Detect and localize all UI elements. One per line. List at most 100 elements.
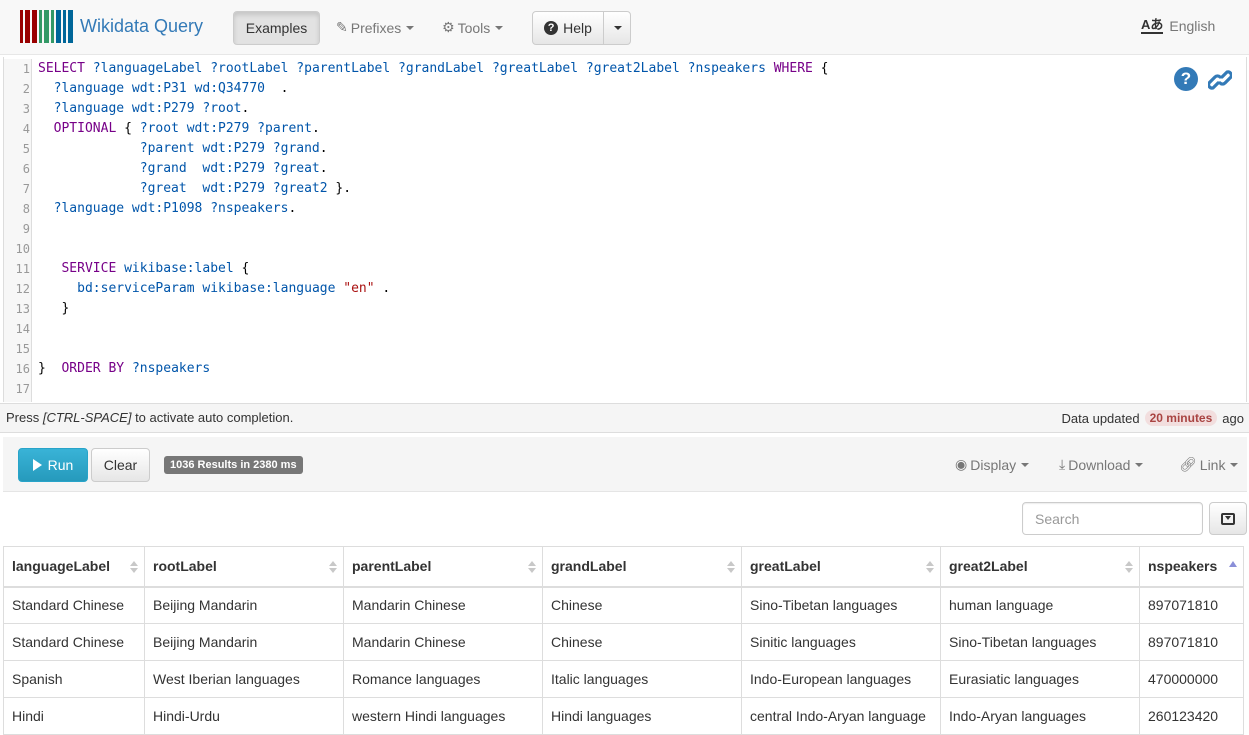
code-token: SELECT [38,61,93,76]
line-number: 8 [22,202,30,216]
code-line[interactable]: 1 SELECT ?languageLabel ?rootLabel ?paren… [4,59,1204,79]
code-token: . [311,121,320,136]
language-label: English [1169,18,1216,34]
code-line[interactable]: 4 OPTIONAL { ?root wdt:P279 ?parent. [4,119,1204,139]
run-button[interactable]: Run [18,448,88,482]
table-cell: Mandarin Chinese [343,586,543,624]
results-count-badge: 1036 Results in 2380 ms [164,456,303,474]
column-header-rootLabel[interactable]: rootLabel [144,546,344,588]
code-token: bd:serviceParam wikibase:language [77,281,336,296]
caret-down-icon [1230,462,1239,467]
code-line[interactable]: 13 } [4,299,1204,319]
code-token: { [116,121,140,136]
wikidata-barcode-logo[interactable] [20,10,73,43]
code-line[interactable]: 15 [4,339,1204,359]
table-cell: Standard Chinese [3,586,145,624]
table-cell: Sino-Tibetan languages [741,586,941,624]
table-cell: Hindi-Urdu [144,697,344,735]
eye-icon: ◉ [955,456,968,472]
examples-button[interactable]: Examples [233,11,320,45]
line-number: 10 [15,242,30,256]
code-line[interactable]: 2 ?language wdt:P31 wd:Q34770 . [4,79,1204,99]
code-line[interactable]: 8 ?language wdt:P1098 ?nspeakers. [4,199,1204,219]
help-label: Help [563,20,592,36]
hint-key: [CTRL-SPACE] [42,410,132,425]
code-token: }. [327,181,352,196]
table-cell: Italic languages [542,660,742,698]
column-toggle-button[interactable] [1209,502,1247,535]
help-dropdown-toggle[interactable] [603,11,631,45]
code-line[interactable]: 11 SERVICE wikibase:label { [4,259,1204,279]
code-line[interactable]: 7 ?great wdt:P279 ?great2 }. [4,179,1204,199]
code-line[interactable]: 14 [4,319,1204,339]
code-text: OPTIONAL { ?root wdt:P279 ?parent. [38,119,320,139]
link-icon[interactable] [1208,67,1232,93]
column-header-greatLabel[interactable]: greatLabel [741,546,941,588]
code-token: ?language wdt:P279 ?root [53,101,242,116]
language-selector[interactable]: Aあ English [1141,18,1215,34]
clear-button[interactable]: Clear [91,448,150,482]
column-header-nspeakers[interactable]: nspeakers [1139,546,1244,588]
code-line[interactable]: 16} ORDER BY ?nspeakers [4,359,1204,379]
code-line[interactable]: 5 ?parent wdt:P279 ?grand. [4,139,1204,159]
results-table: languageLabel rootLabel parentLabel grandLa… [3,546,1244,735]
prefixes-menu[interactable]: ✎ Prefixes [336,19,415,36]
display-menu[interactable]: ◉ Display [955,456,1030,473]
column-header-grandLabel[interactable]: grandLabel [542,546,742,588]
sort-icon [329,561,337,573]
table-cell: Beijing Mandarin [144,623,344,661]
hint-prefix: Press [6,410,43,425]
results-search-input[interactable] [1022,502,1203,535]
code-text: ?language wdt:P1098 ?nspeakers. [38,199,297,219]
table-cell: 470000000 [1139,660,1244,698]
code-line[interactable]: 12 bd:serviceParam wikibase:language "en… [4,279,1204,299]
line-number: 15 [15,342,30,356]
code-token: { [812,61,829,76]
table-cell: 897071810 [1139,586,1244,624]
top-navbar: Wikidata Query Examples ✎ Prefixes ⚙ Too… [0,0,1249,55]
table-cell: West Iberian languages [144,660,344,698]
column-header-parentLabel[interactable]: parentLabel [343,546,543,588]
play-icon [32,459,42,471]
code-line[interactable]: 6 ?grand wdt:P279 ?great. [4,159,1204,179]
query-editor[interactable]: 1 SELECT ?languageLabel ?rootLabel ?paren… [3,57,1247,402]
download-menu[interactable]: ⤓ Download [1059,456,1144,473]
table-cell: Chinese [542,586,742,624]
sort-icon [926,561,934,573]
code-line[interactable]: 3 ?language wdt:P279 ?root. [4,99,1204,119]
table-cell: Spanish [3,660,145,698]
line-number: 13 [15,302,30,316]
table-cell: Mandarin Chinese [343,623,543,661]
code-line[interactable]: 9 [4,219,1204,239]
line-number: 9 [22,222,30,236]
code-line[interactable]: 17 [4,379,1204,399]
code-token: . [264,81,289,96]
code-line[interactable]: 10 [4,239,1204,259]
code-text: ?grand wdt:P279 ?great. [38,159,328,179]
table-cell: central Indo-Aryan language [741,697,941,735]
code-token: . [319,161,328,176]
updated-suffix: ago [1222,410,1244,426]
line-number: 1 [22,62,30,76]
query-help-icon[interactable]: ? [1174,67,1198,91]
table-cell: 260123420 [1139,697,1244,735]
hint-suffix: to activate auto completion. [131,410,294,425]
updated-prefix: Data updated [1061,410,1140,426]
tools-menu[interactable]: ⚙ Tools [442,19,504,36]
prefixes-label: Prefixes [350,19,402,36]
column-header-languageLabel[interactable]: languageLabel [3,546,145,588]
code-token: ?root wdt:P279 ?parent [139,121,312,136]
code-token: ?language wdt:P1098 ?nspeakers [53,201,289,216]
code-token: . [374,281,391,296]
brand-title[interactable]: Wikidata Query [80,16,203,37]
link-menu[interactable]: 🔗︎ Link [1179,456,1239,473]
help-button[interactable]: ? Help [532,11,604,45]
column-header-great2Label[interactable]: great2Label [940,546,1140,588]
line-number: 4 [22,122,30,136]
